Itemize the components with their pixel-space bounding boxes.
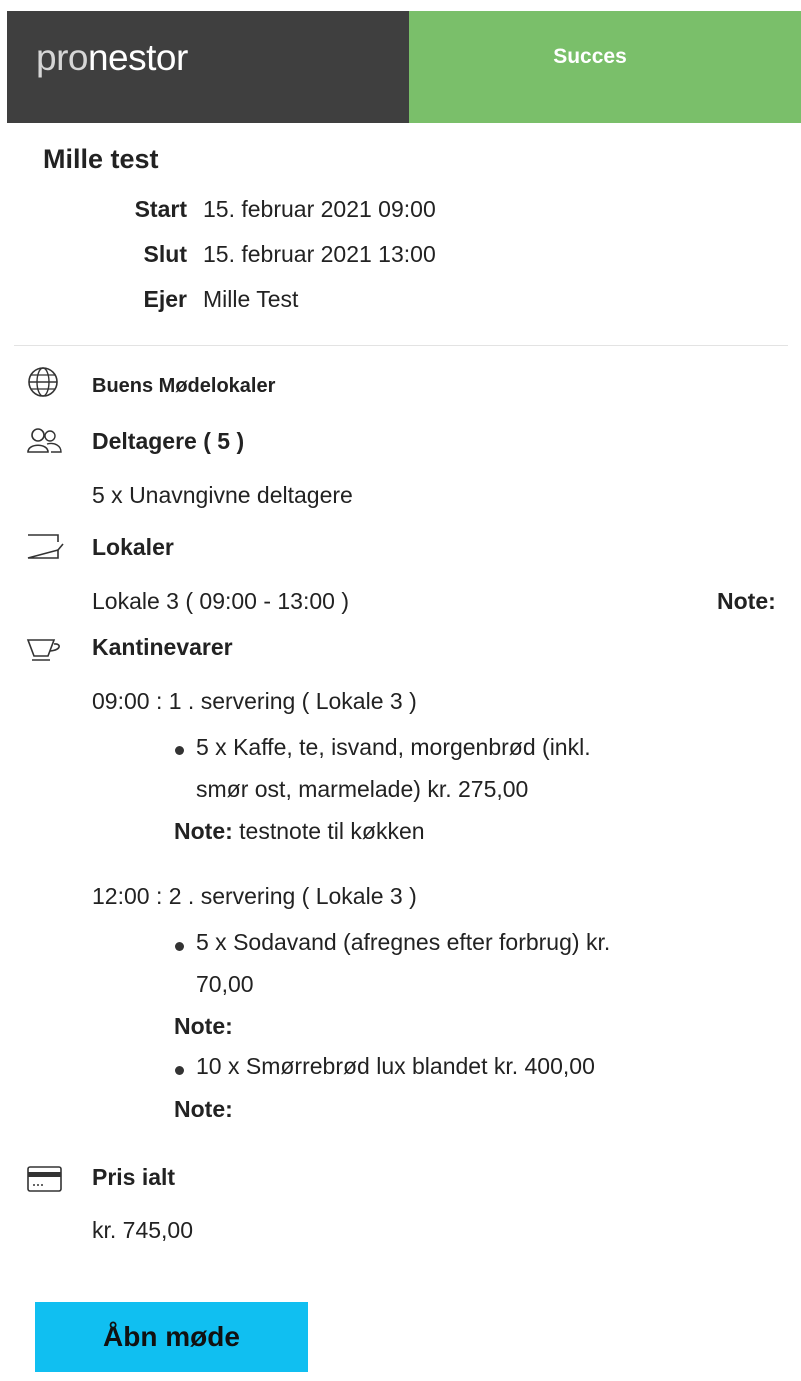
participants-line: 5 x Unavngivne deltagere xyxy=(92,482,353,508)
logo-text-nestor: nestor xyxy=(87,36,188,78)
people-icon xyxy=(27,428,62,453)
participants-heading: Deltagere ( 5 ) xyxy=(92,428,245,454)
end-label: Slut xyxy=(143,241,187,267)
pronestor-logo: pronestor xyxy=(36,39,188,76)
price-heading: Pris ialt xyxy=(92,1164,176,1190)
start-value: 15. februar 2021 09:00 xyxy=(203,196,436,222)
bullet xyxy=(175,942,184,951)
divider xyxy=(14,345,788,346)
price-value: kr. 745,00 xyxy=(92,1217,194,1243)
serving-2-item1-note: Note: xyxy=(174,1013,233,1039)
cup-icon xyxy=(26,639,60,661)
serving-1-note-label: Note: xyxy=(174,818,233,844)
serving-2-item2: 10 x Smørrebrød lux blandet kr. 400,00 xyxy=(196,1053,595,1079)
credit-card-icon xyxy=(27,1166,62,1192)
open-meeting-button[interactable]: Åbn møde xyxy=(35,1302,308,1372)
rooms-heading: Lokaler xyxy=(92,534,174,560)
header-bar: pronestor Succes xyxy=(7,11,801,123)
catering-heading: Kantinevarer xyxy=(92,634,233,660)
globe-icon xyxy=(28,367,58,397)
location-name: Buens Mødelokaler xyxy=(92,375,276,397)
bullet xyxy=(175,1066,184,1075)
serving-2-item2-note: Note: xyxy=(174,1096,233,1122)
room-note-label: Note: xyxy=(717,588,776,614)
owner-label: Ejer xyxy=(143,286,187,312)
serving-1-note-text: testnote til køkken xyxy=(239,818,425,844)
room-icon xyxy=(27,534,64,559)
start-label: Start xyxy=(134,196,187,222)
logo-area: pronestor xyxy=(7,11,409,123)
serving-1-note: Note: testnote til køkken xyxy=(174,818,425,845)
room-line: Lokale 3 ( 09:00 - 13:00 ) xyxy=(92,588,349,614)
status-text: Succes xyxy=(553,45,627,68)
bullet xyxy=(175,746,184,755)
meeting-title: Mille test xyxy=(43,144,159,174)
end-value: 15. februar 2021 13:00 xyxy=(203,241,436,267)
serving-2-title: 12:00 : 2 . servering ( Lokale 3 ) xyxy=(92,883,417,909)
serving-1-item-line2: smør ost, marmelade) kr. 275,00 xyxy=(196,776,529,802)
owner-value: Mille Test xyxy=(203,286,299,312)
logo-text-pro: pro xyxy=(36,36,88,78)
serving-1-item-line1: 5 x Kaffe, te, isvand, morgenbrød (inkl. xyxy=(196,734,591,760)
status-banner: Succes xyxy=(409,11,801,123)
serving-1-title: 09:00 : 1 . servering ( Lokale 3 ) xyxy=(92,688,417,714)
serving-2-item1-line1: 5 x Sodavand (afregnes efter forbrug) kr… xyxy=(196,929,611,955)
serving-2-item1-line2: 70,00 xyxy=(196,971,254,997)
